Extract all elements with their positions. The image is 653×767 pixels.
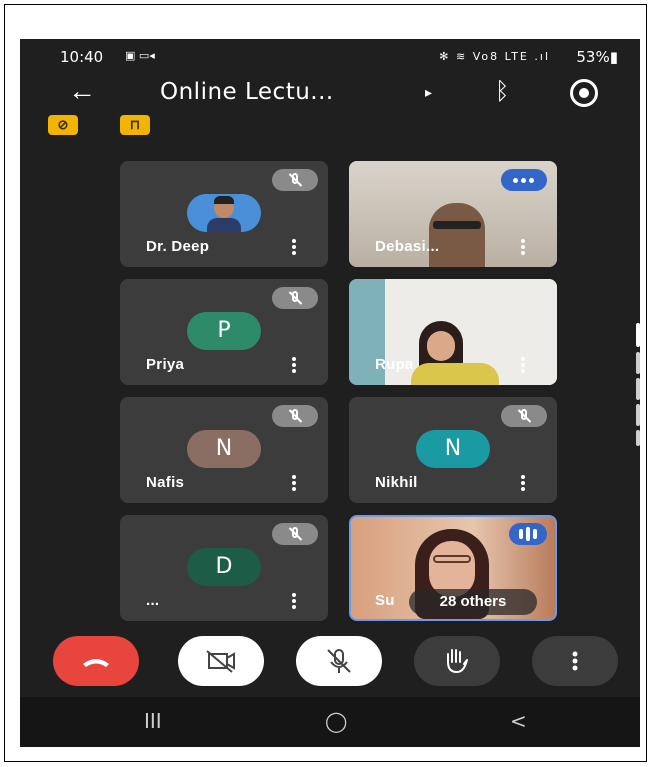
avatar: P	[187, 312, 261, 350]
participant-menu-icon[interactable]	[292, 355, 296, 375]
participant-name: Dr. Deep	[146, 238, 210, 255]
participant-menu-icon[interactable]	[521, 355, 525, 375]
mic-muted-icon	[272, 169, 318, 191]
mic-toggle-button[interactable]	[296, 636, 382, 686]
participant-video-glasses	[433, 221, 481, 229]
mic-muted-icon	[272, 287, 318, 309]
participant-menu-icon[interactable]	[292, 591, 296, 611]
participant-video-body	[411, 363, 499, 385]
more-vertical-icon	[572, 651, 578, 671]
avatar: N	[187, 430, 261, 468]
end-call-button[interactable]	[53, 636, 139, 686]
status-notification-icons: ▣ ▭◂	[125, 49, 155, 62]
participant-video-glasses	[433, 555, 471, 563]
participant-name: Nafis	[146, 474, 185, 491]
scroll-indicator	[636, 430, 640, 446]
camera-toggle-button[interactable]	[178, 636, 264, 686]
participant-tile[interactable]: Rupa	[349, 279, 557, 385]
participant-name: Nikhil	[375, 474, 418, 491]
camera-off-icon	[206, 650, 235, 673]
phone-screen: 10:40 ▣ ▭◂ ✻ ≋ Vo8 LTE .ıl 53%▮ ← Online…	[20, 39, 640, 747]
participant-tile[interactable]: P Priya	[120, 279, 328, 385]
app-bar: ← Online Lectu... ▸ ᛒ	[20, 73, 640, 113]
bluetooth-icon[interactable]: ᛒ	[495, 77, 509, 105]
nav-back-icon[interactable]: <	[510, 709, 527, 733]
system-nav-bar: III ◯ <	[20, 697, 640, 747]
participant-video-person	[429, 203, 485, 267]
meeting-title[interactable]: Online Lectu...	[160, 79, 334, 105]
back-arrow-icon[interactable]: ←	[68, 75, 96, 107]
participant-name: Priya	[146, 356, 185, 373]
mic-muted-icon	[272, 405, 318, 427]
others-badge[interactable]: 28 others	[409, 589, 537, 615]
lecture-chip-icon[interactable]: ⊓	[120, 115, 150, 135]
participant-video-face	[427, 331, 455, 361]
mic-muted-icon	[501, 405, 547, 427]
switch-camera-icon[interactable]	[570, 79, 598, 107]
avatar: N	[416, 430, 490, 468]
participant-tile[interactable]: Su 28 others	[349, 515, 557, 621]
scroll-indicator	[636, 352, 640, 374]
more-options-button[interactable]	[532, 636, 618, 686]
scroll-indicator-active[interactable]	[636, 323, 640, 347]
recents-icon[interactable]: III	[144, 709, 162, 733]
mic-off-icon	[327, 649, 351, 673]
battery-level: 53%▮	[576, 48, 618, 66]
camera-off-chip-icon[interactable]: ⊘	[48, 115, 78, 135]
participant-tile[interactable]: N Nafis	[120, 397, 328, 503]
caret-right-icon[interactable]: ▸	[425, 84, 432, 101]
participant-tile[interactable]: D ...	[120, 515, 328, 621]
participant-name: ...	[146, 592, 160, 609]
status-bar: 10:40 ▣ ▭◂ ✻ ≋ Vo8 LTE .ıl 53%▮	[20, 39, 640, 73]
participant-tile[interactable]: Debasi...	[349, 161, 557, 267]
others-count: 28 others	[439, 593, 507, 610]
participant-menu-icon[interactable]	[521, 473, 525, 493]
raise-hand-button[interactable]	[414, 636, 500, 686]
participant-name: Debasi...	[375, 238, 440, 255]
participant-menu-icon[interactable]	[292, 473, 296, 493]
network-indicator: ✻ ≋ Vo8 LTE .ıl	[439, 50, 550, 63]
participant-tile[interactable]: N Nikhil	[349, 397, 557, 503]
participant-menu-icon[interactable]	[292, 237, 296, 257]
hang-up-icon	[83, 659, 109, 667]
avatar: D	[187, 548, 261, 586]
scroll-indicator	[636, 378, 640, 400]
speaking-indicator-icon	[501, 169, 547, 191]
participant-tile[interactable]: Dr. Deep	[120, 161, 328, 267]
avatar	[187, 194, 261, 232]
participant-name: Su	[375, 592, 395, 609]
status-time: 10:40	[60, 48, 104, 66]
scroll-indicator	[636, 404, 640, 426]
raise-hand-icon	[447, 649, 468, 674]
home-icon[interactable]: ◯	[325, 709, 347, 733]
participant-menu-icon[interactable]	[521, 237, 525, 257]
participant-name: Rupa	[375, 356, 414, 373]
mic-muted-icon	[272, 523, 318, 545]
speaking-indicator-icon	[509, 523, 547, 545]
